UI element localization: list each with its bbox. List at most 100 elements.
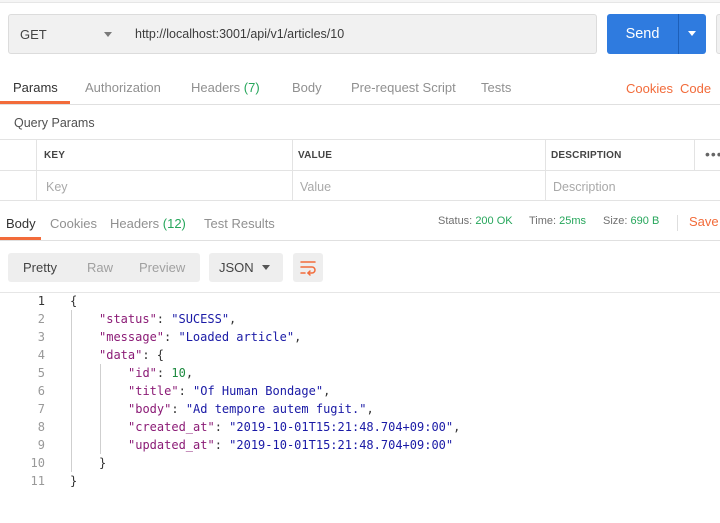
status-label: Status:: [438, 215, 473, 227]
time-value: 25ms: [559, 215, 587, 227]
code-line: "updated_at": "2019-10-01T15:21:48.704+0…: [128, 438, 454, 452]
code-line: "message": "Loaded article",: [99, 330, 302, 344]
mode-preview[interactable]: Preview: [139, 260, 185, 275]
code-line: }: [70, 474, 78, 488]
value-input[interactable]: Value: [300, 180, 331, 194]
save-button[interactable]: [716, 14, 720, 54]
json-key: "id": [128, 366, 157, 380]
format-label: JSON: [219, 260, 254, 275]
code-line: "body": "Ad tempore autem fugit.",: [128, 402, 374, 416]
code-line: "data": {: [99, 348, 165, 362]
time-label: Time:: [529, 215, 557, 227]
json-key: "message": [99, 330, 165, 344]
active-tab-indicator: [0, 101, 70, 104]
tab-params[interactable]: Params: [13, 80, 58, 95]
json-key: "data": [99, 348, 143, 362]
indent-guide: [100, 364, 101, 454]
json-value: "Ad tempore autem fugit.": [185, 402, 367, 416]
line-number: 3: [37, 330, 45, 344]
url-text: http://localhost:3001/api/v1/articles/10: [135, 27, 345, 41]
time-readout: Time: 25ms: [529, 215, 586, 227]
code-link[interactable]: Code: [680, 81, 711, 96]
mode-pretty[interactable]: Pretty: [23, 260, 57, 275]
tab-response-cookies[interactable]: Cookies: [50, 216, 97, 231]
line-number: 11: [30, 474, 45, 488]
url-input[interactable]: http://localhost:3001/api/v1/articles/10: [124, 14, 597, 54]
column-header-key: KEY: [44, 150, 66, 161]
indent-guide: [71, 310, 72, 472]
column-header-value: VALUE: [298, 150, 333, 161]
send-options-button[interactable]: [678, 14, 706, 54]
active-tab-indicator: [0, 237, 41, 240]
tab-body[interactable]: Body: [292, 80, 322, 95]
column-header-description: DESCRIPTION: [551, 150, 622, 161]
size-readout: Size: 690 B: [603, 215, 659, 227]
json-key: "status": [99, 312, 157, 326]
top-border: [0, 0, 720, 3]
method-label: GET: [20, 26, 47, 42]
tab-headers[interactable]: Headers (7): [191, 80, 260, 95]
format-select[interactable]: JSON: [209, 253, 283, 282]
json-value: "Of Human Bondage": [193, 384, 324, 398]
code-line: "title": "Of Human Bondage",: [128, 384, 331, 398]
tab-headers-label: Headers: [191, 80, 241, 95]
key-input[interactable]: Key: [46, 180, 68, 194]
line-number: 5: [37, 366, 45, 380]
tab-tests[interactable]: Tests: [481, 80, 511, 95]
send-label: Send: [625, 26, 660, 42]
tab-test-results[interactable]: Test Results: [204, 216, 275, 231]
line-number: 6: [37, 384, 45, 398]
tab-response-body[interactable]: Body: [6, 216, 36, 231]
response-headers-count: (12): [162, 216, 186, 231]
json-value: "2019-10-01T15:21:48.704+09:00": [229, 420, 454, 434]
line-number: 2: [37, 312, 45, 326]
divider: [694, 140, 695, 170]
chevron-down-icon: [104, 32, 112, 37]
tab-authorization[interactable]: Authorization: [85, 80, 161, 95]
json-value: "Loaded article": [178, 330, 295, 344]
json-key: "updated_at": [128, 438, 215, 452]
wrap-lines-button[interactable]: [293, 253, 323, 282]
method-select[interactable]: GET: [8, 14, 125, 54]
json-key: "title": [128, 384, 179, 398]
code-line: }: [99, 456, 107, 470]
divider: [677, 215, 678, 231]
size-label: Size:: [603, 215, 628, 227]
send-button[interactable]: Send: [607, 14, 678, 54]
code-line: {: [70, 294, 78, 308]
divider: [292, 140, 293, 201]
status-readout: Status: 200 OK: [438, 215, 513, 227]
response-body-viewer[interactable]: 1 2 3 4 5 6 7 8 9 10 11 { "status": "SUC…: [0, 292, 720, 523]
cookies-link[interactable]: Cookies: [626, 81, 673, 96]
line-number: 1: [37, 294, 45, 308]
description-input[interactable]: Description: [553, 180, 616, 194]
json-value: 10: [171, 366, 186, 380]
response-tabs: Body Cookies Headers (12) Test Results S…: [0, 207, 720, 241]
json-key: "created_at": [128, 420, 215, 434]
mode-raw[interactable]: Raw: [87, 260, 113, 275]
line-number: 10: [30, 456, 45, 470]
divider: [36, 140, 37, 201]
chevron-down-icon: [262, 265, 270, 270]
size-value: 690 B: [630, 215, 660, 227]
code-line: "id": 10,: [128, 366, 194, 380]
tab-response-headers[interactable]: Headers (12): [110, 216, 186, 231]
tab-response-headers-label: Headers: [110, 216, 160, 231]
wrap-lines-icon: [300, 261, 316, 276]
tab-pre-request-script[interactable]: Pre-request Script: [351, 80, 456, 95]
params-table: KEY VALUE DESCRIPTION ••• Key Value Desc…: [0, 139, 720, 201]
line-number: 9: [37, 438, 45, 452]
more-dots-icon[interactable]: •••: [705, 146, 720, 162]
code-line: "created_at": "2019-10-01T15:21:48.704+0…: [128, 420, 461, 434]
save-response-button[interactable]: Save R: [689, 214, 720, 229]
headers-count: (7): [243, 80, 260, 95]
json-value: "SUCESS": [171, 312, 230, 326]
code-line: "status": "SUCESS",: [99, 312, 237, 326]
divider: [545, 140, 546, 201]
view-mode-toggle: Pretty Raw Preview: [8, 253, 200, 282]
line-number: 4: [37, 348, 45, 362]
status-value: 200 OK: [475, 215, 513, 227]
chevron-down-icon: [688, 31, 696, 36]
line-number: 7: [37, 402, 45, 416]
json-key: "body": [128, 402, 172, 416]
